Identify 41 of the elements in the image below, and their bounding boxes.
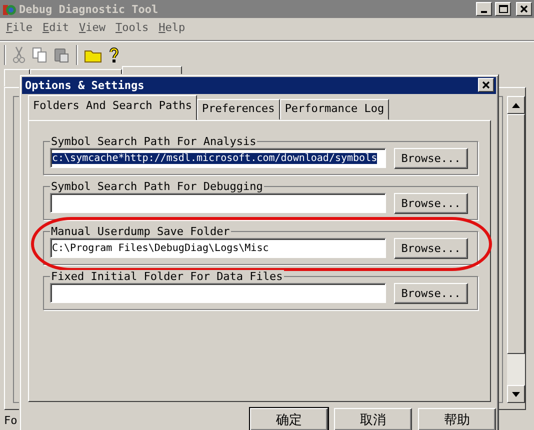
app-icon [2, 2, 16, 16]
maximize-icon [498, 5, 508, 13]
input-field[interactable] [50, 283, 386, 304]
menu-item[interactable]: Tools [116, 21, 149, 37]
maximize-button[interactable] [495, 2, 511, 16]
close-icon [482, 81, 490, 90]
input-field[interactable]: C:\Program Files\DebugDiag\Logs\Misc [50, 238, 386, 258]
tab[interactable]: Preferences [196, 98, 280, 120]
tab[interactable]: Performance Log [280, 98, 390, 120]
group-label: Symbol Search Path For Analysis [50, 134, 258, 148]
group-label: Fixed Initial Folder For Data Files [50, 270, 284, 283]
dialog-button[interactable]: 帮助 [418, 408, 496, 430]
group-label: Manual Userdump Save Folder [50, 224, 231, 238]
help-icon[interactable] [108, 47, 120, 63]
copy-icon[interactable] [32, 47, 48, 63]
folder-icon[interactable] [84, 48, 102, 62]
down-arrow-icon[interactable] [512, 392, 520, 396]
input-field[interactable]: c:\symcache*http://msdl.microsoft.com/download/symbols [50, 148, 386, 168]
menu-item[interactable]: Help [158, 21, 186, 37]
up-arrow-icon[interactable] [512, 102, 520, 108]
menu-item[interactable]: File [6, 21, 32, 37]
menu-item[interactable]: Edit [42, 21, 69, 37]
close-button[interactable] [478, 78, 494, 92]
input-field[interactable] [50, 193, 386, 214]
close-icon [520, 5, 528, 13]
close-button[interactable] [516, 2, 532, 16]
menu-item[interactable]: View [79, 21, 106, 37]
minimize-button[interactable] [476, 2, 492, 16]
tab[interactable]: Folders And Search Paths [28, 94, 197, 121]
browse-button[interactable]: Browse... [394, 192, 468, 214]
scrollbar[interactable] [507, 96, 525, 403]
status-text: Fo [4, 414, 18, 426]
window-title: Debug Diagnostic Tool [19, 2, 160, 16]
dialog-title: Options & Settings [25, 78, 146, 92]
dialog-button[interactable]: 确定 [250, 408, 328, 430]
browse-button[interactable]: Browse... [394, 238, 468, 259]
paste-icon[interactable] [54, 47, 70, 63]
browse-button[interactable]: Browse... [394, 282, 468, 304]
browse-button[interactable]: Browse... [394, 148, 468, 169]
dialog-button[interactable]: 取消 [334, 408, 412, 430]
group-label: Symbol Search Path For Debugging [50, 180, 264, 193]
